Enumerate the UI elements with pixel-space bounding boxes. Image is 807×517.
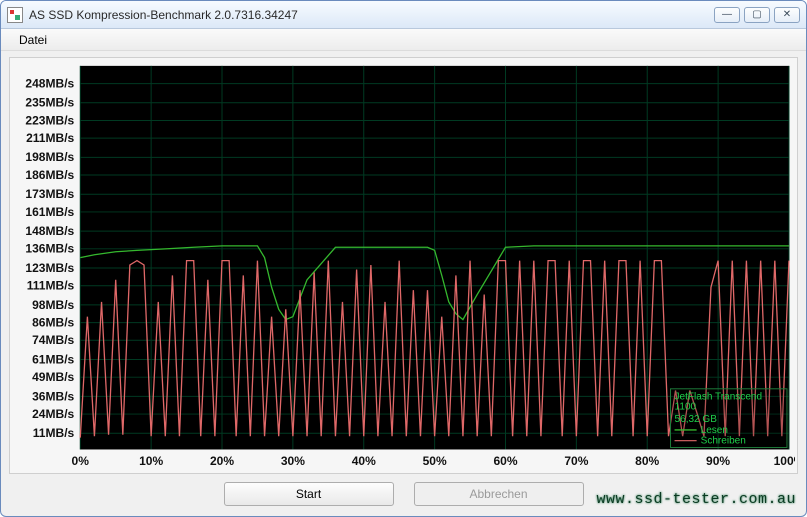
minimize-icon: —	[722, 9, 732, 20]
svg-text:161MB/s: 161MB/s	[25, 205, 74, 219]
svg-text:98MB/s: 98MB/s	[32, 298, 75, 312]
svg-text:40%: 40%	[352, 454, 377, 468]
svg-text:60%: 60%	[493, 454, 518, 468]
svg-text:186MB/s: 186MB/s	[25, 168, 74, 182]
svg-text:11MB/s: 11MB/s	[33, 426, 75, 440]
svg-text:50%: 50%	[423, 454, 448, 468]
svg-text:148MB/s: 148MB/s	[25, 224, 74, 238]
svg-text:173MB/s: 173MB/s	[25, 187, 74, 201]
menubar: Datei	[1, 29, 806, 51]
svg-text:24MB/s: 24MB/s	[32, 407, 75, 421]
svg-text:100%: 100%	[774, 454, 795, 468]
titlebar[interactable]: AS SSD Kompression-Benchmark 2.0.7316.34…	[1, 1, 806, 29]
svg-text:20%: 20%	[210, 454, 235, 468]
svg-text:0%: 0%	[72, 454, 90, 468]
svg-text:235MB/s: 235MB/s	[25, 96, 74, 110]
client-area: 11MB/s 24MB/s 36MB/s 49MB/s 61MB/s 74MB/s 86MB…	[1, 51, 806, 516]
svg-text:Schreiben: Schreiben	[701, 436, 746, 447]
svg-text:90%: 90%	[706, 454, 731, 468]
window-title: AS SSD Kompression-Benchmark 2.0.7316.34…	[29, 8, 714, 22]
svg-text:74MB/s: 74MB/s	[32, 333, 75, 347]
start-button[interactable]: Start	[224, 482, 394, 506]
app-icon	[7, 7, 23, 23]
maximize-icon: ▢	[752, 9, 761, 20]
svg-text:80%: 80%	[635, 454, 660, 468]
svg-text:223MB/s: 223MB/s	[25, 114, 74, 128]
svg-text:49MB/s: 49MB/s	[32, 370, 75, 384]
svg-text:111MB/s: 111MB/s	[27, 279, 75, 293]
svg-text:Lesen: Lesen	[701, 425, 728, 436]
svg-text:86MB/s: 86MB/s	[32, 316, 75, 330]
svg-text:136MB/s: 136MB/s	[25, 242, 74, 256]
chart-container: 11MB/s 24MB/s 36MB/s 49MB/s 61MB/s 74MB/s 86MB…	[9, 57, 798, 474]
compression-chart: 11MB/s 24MB/s 36MB/s 49MB/s 61MB/s 74MB/s 86MB…	[12, 60, 795, 471]
close-icon: ✕	[783, 9, 791, 20]
svg-text:61MB/s: 61MB/s	[32, 353, 75, 367]
svg-text:36MB/s: 36MB/s	[32, 389, 75, 403]
minimize-button[interactable]: —	[714, 7, 740, 23]
close-button[interactable]: ✕	[774, 7, 800, 23]
svg-text:123MB/s: 123MB/s	[25, 261, 74, 275]
svg-text:198MB/s: 198MB/s	[25, 150, 74, 164]
svg-text:56,32 GB: 56,32 GB	[675, 414, 718, 425]
button-row: Start Abbrechen	[9, 474, 798, 508]
abort-button[interactable]: Abbrechen	[414, 482, 584, 506]
svg-text:248MB/s: 248MB/s	[25, 77, 74, 91]
maximize-button[interactable]: ▢	[744, 7, 770, 23]
app-window: AS SSD Kompression-Benchmark 2.0.7316.34…	[0, 0, 807, 517]
menu-datei[interactable]: Datei	[11, 31, 55, 49]
window-controls: — ▢ ✕	[714, 7, 800, 23]
svg-text:211MB/s: 211MB/s	[26, 131, 75, 145]
svg-text:1100: 1100	[675, 401, 697, 412]
svg-text:70%: 70%	[564, 454, 589, 468]
svg-text:10%: 10%	[139, 454, 164, 468]
svg-text:30%: 30%	[281, 454, 306, 468]
